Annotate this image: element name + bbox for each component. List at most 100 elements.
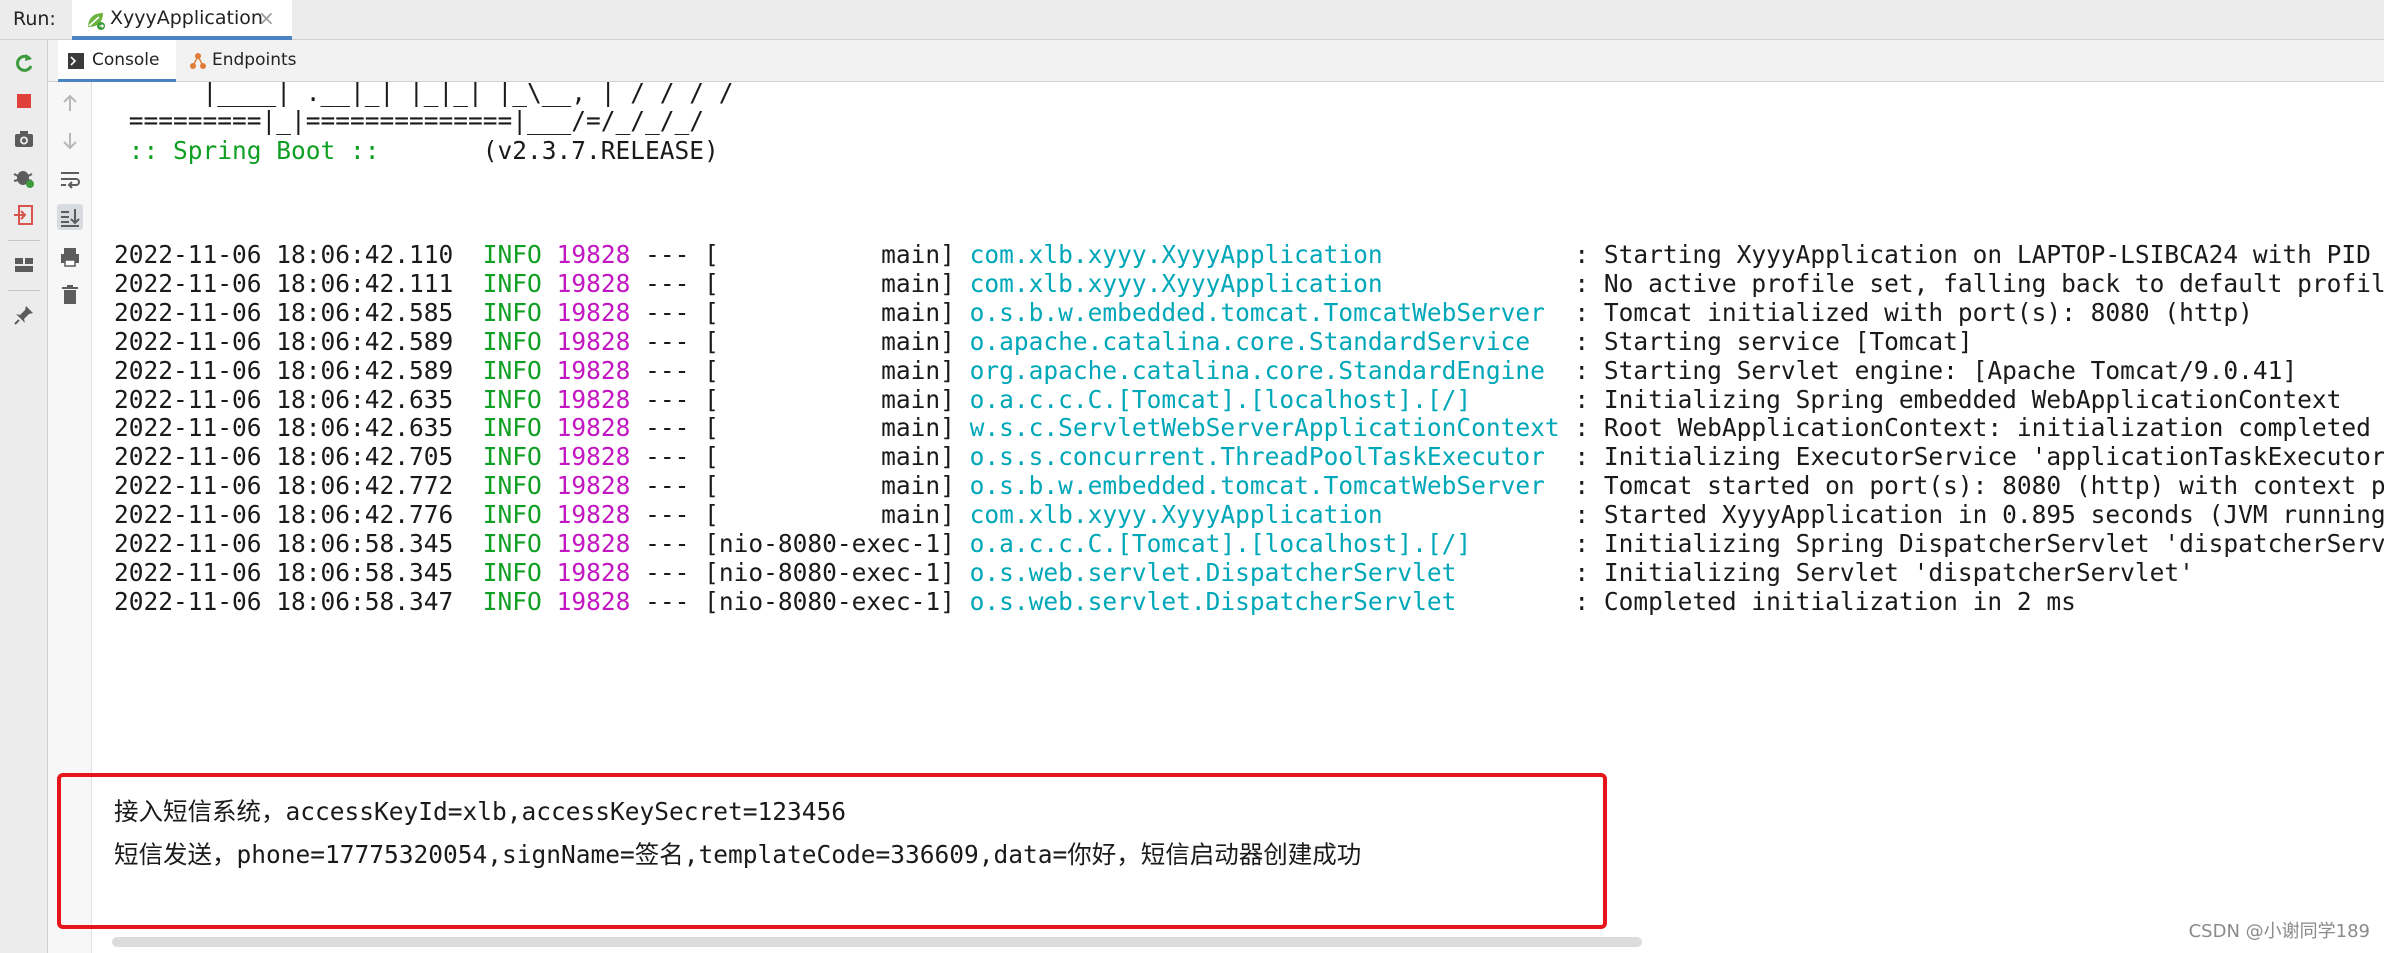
- log-level: INFO: [482, 326, 542, 356]
- spring-boot-version: (v2.3.7.RELEASE): [394, 136, 719, 165]
- close-icon[interactable]: ×: [258, 6, 275, 30]
- log-logger: o.s.b.w.embedded.tomcat.TomcatWebServer: [969, 471, 1560, 501]
- log-pid: 19828: [556, 326, 631, 356]
- watermark: CSDN @小谢同学189: [2188, 921, 2370, 942]
- stop-icon[interactable]: [11, 88, 37, 114]
- log-message: : Root WebApplicationContext: initializa…: [1559, 413, 2371, 443]
- log-logger: o.s.web.servlet.DispatcherServlet: [969, 586, 1560, 616]
- log-line: 2022-11-06 18:06:42.705 INFO 19828 --- […: [114, 442, 2384, 472]
- log-timestamp: 2022-11-06 18:06:42.635: [114, 413, 454, 443]
- log-level: INFO: [482, 529, 542, 558]
- spring-boot-banner: :: Spring Boot :: (v2.3.7.RELEASE): [114, 136, 719, 166]
- log-message: : Starting service [Tomcat]: [1559, 326, 1973, 356]
- trash-icon[interactable]: [57, 282, 83, 308]
- log-message: : Tomcat started on port(s): 8080 (http)…: [1559, 471, 2384, 501]
- pin-icon[interactable]: [11, 302, 37, 328]
- log-message: : Started XyyyApplication in 0.895 secon…: [1559, 500, 2384, 530]
- soft-wrap-icon[interactable]: [57, 166, 83, 192]
- log-message: : Initializing Spring embedded WebApplic…: [1559, 384, 2342, 414]
- spring-boot-icon: [88, 13, 105, 30]
- log-separator: ---: [630, 413, 705, 443]
- log-line: 2022-11-06 18:06:58.345 INFO 19828 --- […: [114, 558, 2194, 588]
- log-message: : Initializing ExecutorService 'applicat…: [1559, 442, 2384, 472]
- log-pid: 19828: [556, 442, 631, 472]
- log-level: INFO: [482, 586, 542, 616]
- log-separator: ---: [630, 240, 705, 269]
- log-message: : Initializing Servlet 'dispatcherServle…: [1559, 557, 2194, 587]
- toolbar-divider: [8, 290, 40, 291]
- log-message: : Starting Servlet engine: [Apache Tomca…: [1559, 355, 2298, 385]
- log-logger: o.s.s.concurrent.ThreadPoolTaskExecutor: [969, 442, 1560, 472]
- log-timestamp: 2022-11-06 18:06:42.589: [114, 326, 454, 356]
- horizontal-scrollbar[interactable]: [112, 937, 1642, 947]
- log-logger: com.xlb.xyyy.XyyyApplication: [969, 268, 1560, 298]
- log-level: INFO: [482, 413, 542, 443]
- log-thread: [ main]: [704, 413, 955, 443]
- scroll-to-end-icon[interactable]: [57, 204, 83, 230]
- log-separator: ---: [630, 500, 705, 530]
- log-thread: [ main]: [704, 240, 955, 269]
- log-level: INFO: [482, 471, 542, 501]
- log-pid: 19828: [556, 384, 631, 414]
- log-separator: ---: [630, 586, 705, 616]
- run-header: Run: XyyyApplication ×: [0, 0, 2384, 40]
- log-timestamp: 2022-11-06 18:06:42.589: [114, 355, 454, 385]
- log-message: : No active profile set, falling back to…: [1559, 268, 2384, 298]
- log-line: 2022-11-06 18:06:42.589 INFO 19828 --- […: [114, 356, 2297, 386]
- log-pid: 19828: [556, 586, 631, 616]
- log-thread: [ main]: [704, 297, 955, 327]
- log-timestamp: 2022-11-06 18:06:42.772: [114, 471, 454, 501]
- log-logger: o.a.c.c.C.[Tomcat].[localhost].[/]: [969, 384, 1560, 414]
- log-level: INFO: [482, 240, 542, 269]
- tab-endpoints[interactable]: Endpoints: [180, 40, 320, 82]
- log-logger: o.a.c.c.C.[Tomcat].[localhost].[/]: [969, 529, 1560, 558]
- log-pid: 19828: [556, 557, 631, 587]
- camera-icon[interactable]: [11, 126, 37, 152]
- log-line: 2022-11-06 18:06:42.635 INFO 19828 --- […: [114, 385, 2341, 415]
- tab-console[interactable]: Console: [58, 40, 176, 82]
- log-line: 2022-11-06 18:06:42.776 INFO 19828 --- […: [114, 500, 2384, 530]
- run-left-toolbar: [0, 40, 48, 953]
- banner-art-line: |____| .__|_| |_|_| |_\__, | / / / /: [114, 82, 734, 107]
- log-thread: [ main]: [704, 384, 955, 414]
- spring-boot-label: :: Spring Boot ::: [114, 136, 395, 165]
- log-level: INFO: [482, 384, 542, 414]
- log-line: 2022-11-06 18:06:42.772 INFO 19828 --- […: [114, 471, 2384, 501]
- log-pid: 19828: [556, 413, 631, 443]
- rerun-icon[interactable]: [11, 50, 37, 76]
- run-sub-tabs: Console Endpoints: [48, 40, 2384, 82]
- log-line: 2022-11-06 18:06:42.110 INFO 19828 --- […: [114, 240, 2371, 270]
- log-message: : Initializing Spring DispatcherServlet …: [1559, 529, 2384, 558]
- log-logger: o.s.b.w.embedded.tomcat.TomcatWebServer: [969, 297, 1560, 327]
- log-thread: [ main]: [704, 442, 955, 472]
- log-timestamp: 2022-11-06 18:06:58.345: [114, 529, 454, 558]
- highlight-annotation-box: [57, 773, 1607, 929]
- tab-console-label: Console: [92, 50, 160, 70]
- log-thread: [ main]: [704, 355, 955, 385]
- log-pid: 19828: [556, 500, 631, 530]
- log-separator: ---: [630, 355, 705, 385]
- log-level: INFO: [482, 268, 542, 298]
- log-line: 2022-11-06 18:06:58.345 INFO 19828 --- […: [114, 529, 2384, 559]
- log-timestamp: 2022-11-06 18:06:58.347: [114, 586, 454, 616]
- scroll-down-icon[interactable]: [57, 128, 83, 154]
- debug-icon[interactable]: [11, 164, 37, 190]
- log-logger: w.s.c.ServletWebServerApplicationContext: [969, 413, 1560, 443]
- log-thread: [ main]: [704, 471, 955, 501]
- log-line: 2022-11-06 18:06:42.585 INFO 19828 --- […: [114, 298, 2253, 328]
- log-line: 2022-11-06 18:06:42.635 INFO 19828 --- […: [114, 413, 2371, 443]
- exit-icon[interactable]: [11, 202, 37, 228]
- log-level: INFO: [482, 355, 542, 385]
- run-tab-title: XyyyApplication: [110, 7, 263, 29]
- banner-art-line: =========|_|==============|___/=/_/_/_/: [114, 106, 705, 135]
- tab-endpoints-label: Endpoints: [212, 50, 297, 70]
- log-level: INFO: [482, 297, 542, 327]
- console-icon: [68, 53, 84, 69]
- print-icon[interactable]: [57, 244, 83, 270]
- log-timestamp: 2022-11-06 18:06:42.111: [114, 268, 454, 298]
- scroll-up-icon[interactable]: [57, 90, 83, 116]
- run-tab-xyyyapplication[interactable]: XyyyApplication ×: [72, 0, 292, 40]
- log-separator: ---: [630, 384, 705, 414]
- layout-icon[interactable]: [11, 252, 37, 278]
- log-message: : Starting XyyyApplication on LAPTOP-LSI…: [1559, 240, 2371, 269]
